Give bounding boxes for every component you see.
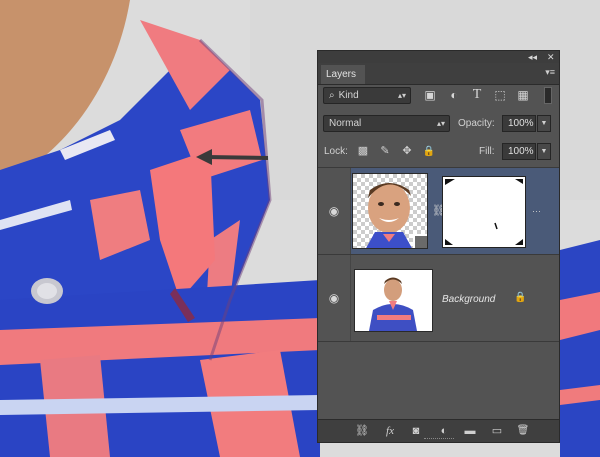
blend-row: Normal ▴▾ Opacity: 100% ▼	[318, 115, 559, 133]
add-mask-icon[interactable]: ◙	[407, 423, 425, 439]
layer-row-background[interactable]: ◉ Background 🔒	[318, 255, 559, 342]
layer-lock-icon: 🔒	[514, 292, 527, 303]
lock-label: Lock:	[324, 146, 348, 157]
image-filter-icon[interactable]: ▣	[422, 87, 438, 103]
filter-toggle-switch[interactable]	[544, 87, 552, 104]
delete-layer-icon[interactable]: 🗑	[514, 423, 532, 439]
opacity-field[interactable]: 100%	[502, 115, 536, 132]
chevron-updown-icon: ▴▾	[397, 91, 406, 100]
adjustment-layer-icon[interactable]: ◐	[435, 423, 453, 439]
new-group-icon[interactable]: ▬	[461, 423, 479, 439]
mask-image	[445, 179, 523, 245]
smart-object-filter-icon[interactable]: ▦	[515, 87, 531, 103]
lock-row: Lock: ▩ ✎ ✥ 🔒 Fill: 100% ▼	[318, 143, 559, 161]
fill-field[interactable]: 100%	[502, 143, 536, 160]
search-icon: ⌕	[329, 90, 335, 101]
fx-icon[interactable]: fx	[381, 423, 399, 439]
lock-transparent-pixels-icon[interactable]: ▩	[356, 143, 370, 160]
opacity-dropdown-button[interactable]: ▼	[537, 115, 551, 132]
lock-position-icon[interactable]: ✥	[400, 143, 414, 160]
fill-label: Fill:	[479, 146, 495, 157]
filter-row: ⌕ Kind ▴▾ ▣ ◐ T ⬚ ▦	[318, 87, 559, 105]
blend-mode-select[interactable]: Normal ▴▾	[323, 115, 450, 132]
filter-kind-select[interactable]: ⌕ Kind ▴▾	[323, 87, 411, 104]
layer-mask-thumbnail[interactable]	[442, 176, 526, 248]
blend-mode-value: Normal	[329, 118, 362, 129]
new-layer-icon[interactable]: ▭	[488, 423, 506, 439]
eye-visibility-icon[interactable]: ◉	[324, 288, 344, 308]
more-options-icon[interactable]: ···	[532, 206, 541, 216]
panel-tab-row: Layers ▾≡	[318, 63, 559, 85]
boy-portrait-thumbnail-image	[355, 270, 432, 331]
panel-footer: ⛓ fx ◙ ◐ ▬ ▭ 🗑	[318, 419, 559, 442]
lock-image-pixels-icon[interactable]: ✎	[378, 143, 392, 160]
panel-title-bar: ◂◂ ✕	[318, 51, 559, 63]
tab-layers[interactable]: Layers	[321, 65, 365, 84]
collapse-panel-icon[interactable]: ◂◂	[528, 51, 537, 63]
layer-thumbnail[interactable]	[354, 269, 433, 332]
layers-panel: ◂◂ ✕ Layers ▾≡ ⌕ Kind ▴▾ ▣ ◐ T ⬚ ▦ Normal…	[317, 50, 560, 443]
chevron-updown-icon: ▴▾	[436, 119, 445, 128]
opacity-label: Opacity:	[458, 118, 495, 129]
layer-name-background[interactable]: Background	[442, 294, 495, 305]
close-panel-icon[interactable]: ✕	[547, 51, 555, 63]
layer-row-smart-object[interactable]: ◉ ⛓ ···	[318, 168, 559, 255]
filter-kind-label: Kind	[338, 90, 359, 101]
lock-all-icon[interactable]: 🔒	[422, 143, 436, 160]
resize-grip[interactable]	[424, 438, 454, 442]
eye-visibility-icon[interactable]: ◉	[324, 201, 344, 221]
panel-menu-icon[interactable]: ▾≡	[545, 67, 555, 78]
layer-list: ◉ ⛓ ··· ◉ Background 🔒	[318, 167, 559, 419]
link-layers-icon[interactable]: ⛓	[353, 423, 371, 439]
boy-face-thumbnail-image	[353, 174, 427, 248]
layer-thumbnail[interactable]	[352, 173, 428, 249]
type-filter-icon[interactable]: T	[469, 87, 485, 103]
fill-dropdown-button[interactable]: ▼	[537, 143, 551, 160]
adjustment-filter-icon[interactable]: ◐	[446, 87, 462, 103]
shape-filter-icon[interactable]: ⬚	[492, 87, 508, 103]
